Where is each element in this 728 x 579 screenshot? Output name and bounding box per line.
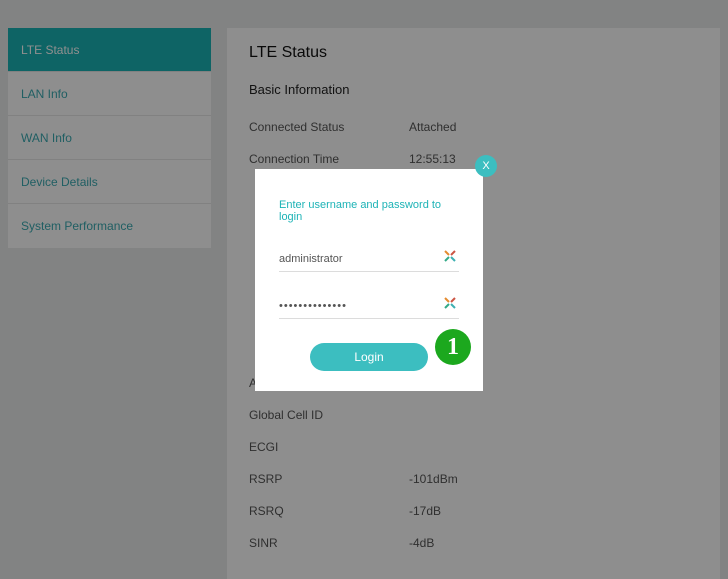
clear-icon[interactable] — [443, 249, 457, 263]
username-input[interactable] — [279, 247, 459, 271]
clear-icon[interactable] — [443, 296, 457, 310]
close-button[interactable]: X — [475, 155, 497, 177]
login-button[interactable]: Login — [310, 343, 428, 371]
modal-heading: Enter username and password to login — [279, 199, 459, 223]
username-row — [279, 247, 459, 272]
password-row — [279, 294, 459, 319]
close-icon: X — [482, 160, 489, 172]
annotation-marker-1: 1 — [435, 329, 471, 365]
login-button-label: Login — [354, 350, 383, 364]
password-input[interactable] — [279, 294, 459, 318]
marker-label: 1 — [447, 334, 459, 360]
